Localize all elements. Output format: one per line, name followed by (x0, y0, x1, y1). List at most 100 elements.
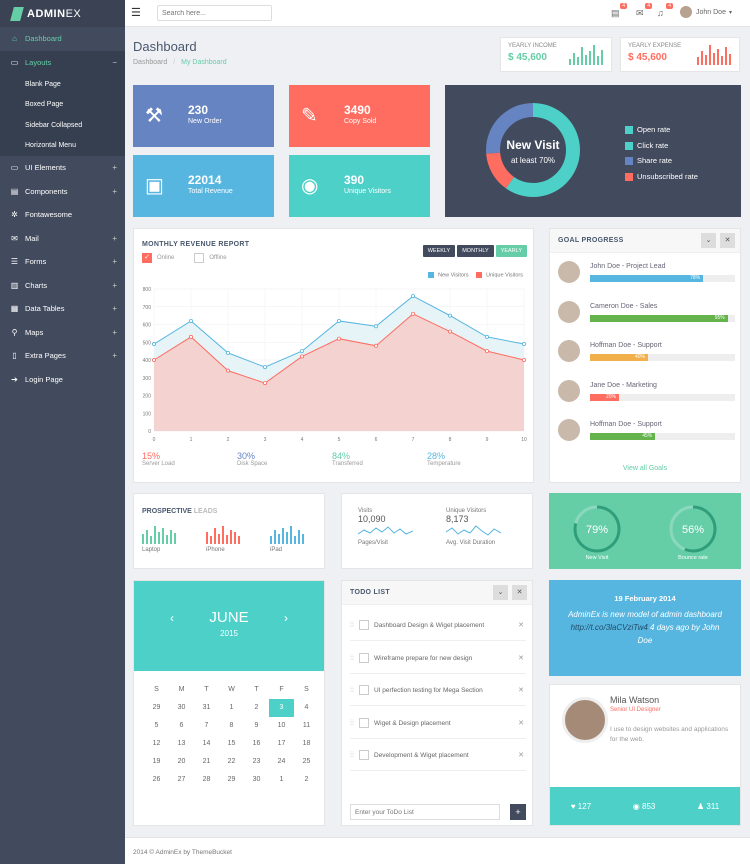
calendar-day[interactable]: 6 (169, 717, 194, 735)
calendar-day[interactable]: 22 (219, 753, 244, 771)
calendar-day[interactable]: 21 (194, 753, 219, 771)
online-checkbox[interactable]: ✓ (142, 253, 152, 263)
calendar-day[interactable]: 13 (169, 735, 194, 753)
tile-copy-sold[interactable]: ✎ 3490 Copy Sold (289, 85, 430, 147)
menu-toggle-icon[interactable]: ☰ (131, 8, 141, 19)
todo-checkbox[interactable] (359, 652, 369, 663)
brand-logo[interactable]: ADMIN EX (0, 0, 125, 27)
drag-handle-icon[interactable]: ⁞⁞ (350, 655, 354, 662)
remove-todo-icon[interactable]: ✕ (518, 621, 524, 629)
tile-unique-visitors[interactable]: ◉ 390 Unique Visitors (289, 155, 430, 217)
yearly-button[interactable]: YEARLY (495, 245, 527, 257)
monthly-button[interactable]: MONTHLY (457, 245, 494, 257)
calendar-day[interactable]: 5 (144, 717, 169, 735)
sidebar-subitem-horizontal[interactable]: Horizontal Menu (0, 136, 125, 157)
calendar-day[interactable]: 3 (269, 699, 294, 717)
close-icon[interactable]: ✕ (512, 585, 527, 600)
views-stat[interactable]: ◉ 853 (633, 802, 656, 811)
calendar-day[interactable]: 10 (269, 717, 294, 735)
remove-todo-icon[interactable]: ✕ (518, 686, 524, 694)
calendar-day[interactable]: 7 (194, 717, 219, 735)
sidebar-subitem-blank[interactable]: Blank Page (0, 74, 125, 95)
sidebar-item-maps[interactable]: ⚲ Maps + (0, 321, 125, 345)
sidebar-subitem-collapsed[interactable]: Sidebar Collapsed (0, 115, 125, 136)
drag-handle-icon[interactable]: ⁞⁞ (350, 687, 354, 694)
view-all-goals-link[interactable]: View all Goals (550, 465, 740, 472)
calendar-day[interactable]: 23 (244, 753, 269, 771)
calendar-day[interactable]: 2 (294, 771, 319, 789)
inbox-icon[interactable]: ✉ 4 (636, 3, 652, 18)
close-icon[interactable]: ✕ (720, 233, 735, 248)
calendar-day[interactable]: 20 (169, 753, 194, 771)
calendar-day[interactable]: 25 (294, 753, 319, 771)
chart-legend: New Visitors Unique Visitors (428, 272, 523, 278)
sidebar-item-fontawesome[interactable]: ✲ Fontawesome (0, 203, 125, 227)
users-stat[interactable]: ♟ 311 (697, 802, 719, 811)
sidebar-item-components[interactable]: ▤ Components + (0, 180, 125, 204)
todo-checkbox[interactable] (359, 620, 369, 630)
calendar-day[interactable]: 27 (169, 771, 194, 789)
todo-text: UI perfection testing for Mega Section (374, 687, 483, 694)
tweet-link[interactable]: http://t.co/3laCVziTw4 (571, 623, 648, 632)
add-todo-button[interactable]: + (510, 804, 526, 820)
calendar-day[interactable]: 30 (169, 699, 194, 717)
sidebar-item-mail[interactable]: ✉ Mail + (0, 227, 125, 251)
calendar-day[interactable]: 18 (294, 735, 319, 753)
calendar-day[interactable]: 14 (194, 735, 219, 753)
weekly-button[interactable]: WEEKLY (422, 245, 456, 257)
data-point (262, 365, 267, 370)
todo-checkbox[interactable] (359, 750, 369, 760)
bell-icon[interactable]: ♫ 4 (657, 3, 673, 18)
tile-total-revenue[interactable]: ▣ 22014 Total Revenue (133, 155, 274, 217)
calendar-day[interactable]: 2 (244, 699, 269, 717)
todo-checkbox[interactable] (359, 685, 369, 695)
remove-todo-icon[interactable]: ✕ (518, 654, 524, 662)
user-menu[interactable]: John Doe ▾ (680, 6, 732, 18)
calendar-day[interactable]: 1 (219, 699, 244, 717)
drag-handle-icon[interactable]: ⁞⁞ (350, 752, 354, 759)
calendar-day[interactable]: 12 (144, 735, 169, 753)
chevron-down-icon[interactable]: ⌄ (701, 233, 716, 248)
sidebar-item-charts[interactable]: ▥ Charts + (0, 274, 125, 298)
sidebar-item-login-page[interactable]: ➔ Login Page (0, 368, 125, 392)
todo-input[interactable] (350, 804, 500, 820)
calendar-day[interactable]: 9 (244, 717, 269, 735)
search-input[interactable] (157, 5, 272, 21)
sidebar-subitem-boxed[interactable]: Boxed Page (0, 95, 125, 116)
calendar-day[interactable]: 29 (219, 771, 244, 789)
calendar-day[interactable]: 31 (194, 699, 219, 717)
calendar-day[interactable]: 28 (194, 771, 219, 789)
drag-handle-icon[interactable]: ⁞⁞ (350, 622, 354, 629)
remove-todo-icon[interactable]: ✕ (518, 719, 524, 727)
calendar-day[interactable]: 19 (144, 753, 169, 771)
sidebar-item-dashboard[interactable]: ⌂ Dashboard (0, 27, 125, 51)
calendar-day[interactable]: 26 (144, 771, 169, 789)
uv-sub: Avg. Visit Duration (446, 540, 496, 546)
calendar-day[interactable]: 1 (269, 771, 294, 789)
tile-new-order[interactable]: ⚒ 230 New Order (133, 85, 274, 147)
calendar-day[interactable]: 15 (219, 735, 244, 753)
sidebar-item-layouts[interactable]: ▭ Layouts − (0, 50, 125, 74)
calendar-day[interactable]: 4 (294, 699, 319, 717)
tasks-icon[interactable]: ▤ 4 (611, 3, 627, 18)
sidebar-item-ui-elements[interactable]: ▭ UI Elements + (0, 156, 125, 180)
sidebar-item-extra-pages[interactable]: ▯ Extra Pages + (0, 344, 125, 368)
likes-stat[interactable]: ♥ 127 (571, 802, 591, 811)
remove-todo-icon[interactable]: ✕ (518, 751, 524, 759)
calendar-day[interactable]: 16 (244, 735, 269, 753)
sidebar-item-data-tables[interactable]: ▦ Data Tables + (0, 297, 125, 321)
calendar-day[interactable]: 24 (269, 753, 294, 771)
offline-checkbox[interactable] (194, 253, 205, 263)
breadcrumb-root[interactable]: Dashboard (133, 59, 167, 66)
todo-checkbox[interactable] (359, 717, 369, 728)
calendar-day[interactable]: 8 (219, 717, 244, 735)
calendar-day[interactable]: 29 (144, 699, 169, 717)
sidebar-item-forms[interactable]: ☰ Forms + (0, 250, 125, 274)
drag-handle-icon[interactable]: ⁞⁞ (350, 720, 354, 727)
chevron-down-icon[interactable]: ⌄ (493, 585, 508, 600)
calendar-day[interactable]: 11 (294, 717, 319, 735)
calendar-day[interactable]: 30 (244, 771, 269, 789)
tags-icon: ✎ (301, 105, 318, 127)
calendar-day[interactable]: 17 (269, 735, 294, 753)
tweet-text-b: 4 days ago by John Doe (637, 623, 720, 645)
